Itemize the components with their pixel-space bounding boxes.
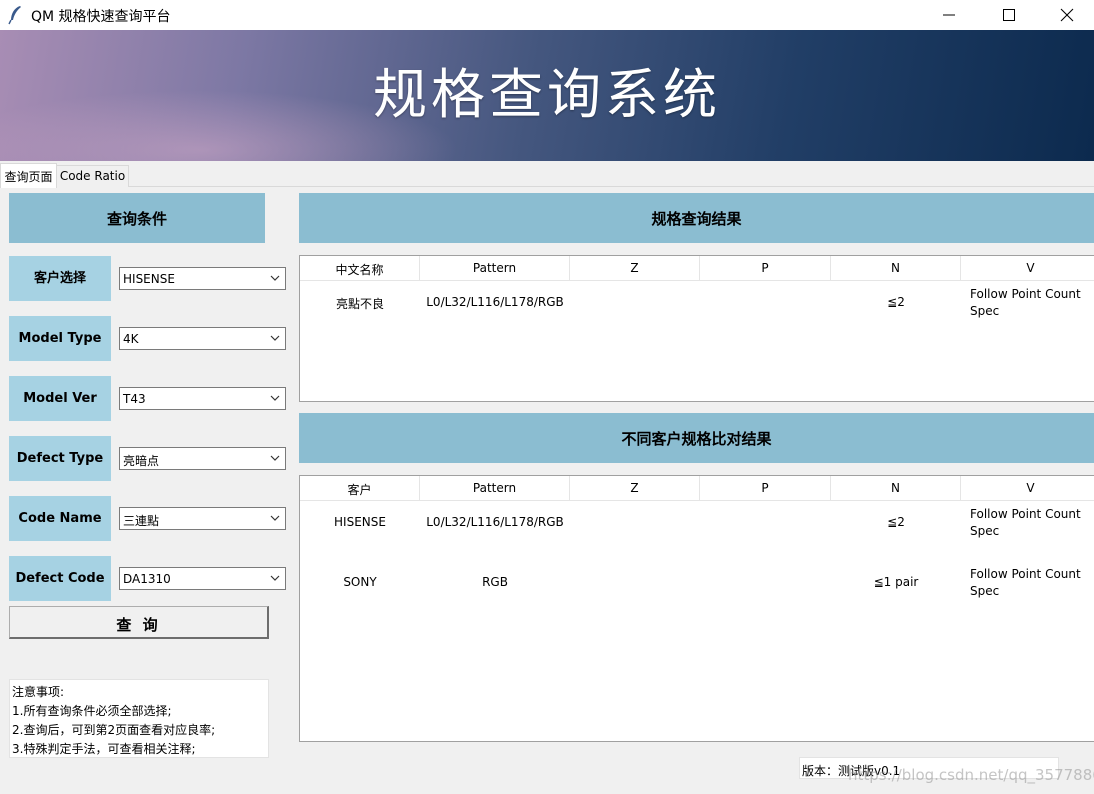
table-cell: 亮點不良 [335,297,384,311]
customer-select[interactable]: HISENSE [119,267,286,290]
close-icon [1060,8,1074,22]
maximize-button[interactable] [980,0,1038,30]
table-cell: L0/L32/L116/L178/RGB [426,295,564,309]
table-cell: SONY [343,575,377,589]
model-type-select-value: 4K [123,332,139,346]
table-cell: Follow Point Count Spec [970,507,1081,538]
column-header[interactable]: Z [570,256,700,281]
compare-results-header: 不同客户规格比对结果 [299,413,1094,463]
feather-icon [8,6,21,25]
table-cell: ≦2 [887,295,905,309]
model-ver-label: Model Ver [9,376,111,421]
column-header[interactable]: V [961,476,1094,501]
defect-code-select[interactable]: DA1310 [119,567,286,590]
column-header[interactable]: P [700,476,831,501]
notes-line: 2.查询后，可到第2页面查看对应良率; [12,723,216,737]
notes-line: 3.特殊判定手法，可查看相关注释; [12,742,196,756]
column-header[interactable]: N [831,476,961,501]
table-cell: ≦2 [887,515,905,529]
maximize-icon [1003,9,1015,21]
code-name-select[interactable]: 三連點 [119,507,286,530]
customer-label: 客户选择 [9,256,111,301]
tab-query-page[interactable]: 查询页面 [0,163,57,188]
chevron-down-icon [270,275,280,281]
defect-type-select[interactable]: 亮暗点 [119,447,286,470]
header-banner: 规格查询系统 [0,30,1094,161]
column-header[interactable]: P [700,256,831,281]
model-ver-select-value: T43 [123,392,146,406]
compare-results-table: 客户 Pattern Z P N V HISENSE L0/L32/L116/L… [299,475,1094,742]
chevron-down-icon [270,395,280,401]
tab-bar: 查询页面 Code Ratio [0,163,1094,188]
table-cell: Follow Point Count Spec [970,287,1081,318]
notes-line: 注意事项: [12,685,65,699]
customer-select-value: HISENSE [123,272,175,286]
model-ver-select[interactable]: T43 [119,387,286,410]
model-type-select[interactable]: 4K [119,327,286,350]
minimize-icon [943,14,955,16]
banner-title: 规格查询系统 [373,63,721,126]
minimize-button[interactable] [920,0,978,30]
code-name-select-value: 三連點 [123,514,160,528]
defect-type-select-value: 亮暗点 [123,454,160,468]
chevron-down-icon [270,335,280,341]
defect-type-label: Defect Type [9,436,111,481]
column-header[interactable]: 客户 [300,476,420,501]
spec-results-table: 中文名称 Pattern Z P N V 亮點不良 L0/L32/L116/L1… [299,255,1094,402]
column-header[interactable]: Pattern [420,256,570,281]
chevron-down-icon [270,575,280,581]
notes-textbox[interactable]: 注意事项: 1.所有查询条件必须全部选择; 2.查询后，可到第2页面查看对应良率… [9,679,269,758]
column-header[interactable]: 中文名称 [300,256,420,281]
tab-code-ratio[interactable]: Code Ratio [56,165,129,187]
column-header[interactable]: Pattern [420,476,570,501]
column-header[interactable]: Z [570,476,700,501]
close-button[interactable] [1038,0,1094,30]
defect-code-select-value: DA1310 [123,572,171,586]
model-type-label: Model Type [9,316,111,361]
conditions-header: 查询条件 [9,193,265,243]
defect-code-label: Defect Code [9,556,111,601]
notes-line: 1.所有查询条件必须全部选择; [12,704,172,718]
column-header[interactable]: N [831,256,961,281]
chevron-down-icon [270,515,280,521]
code-name-label: Code Name [9,496,111,541]
window-titlebar: QM 规格快速查询平台 [0,0,1094,30]
watermark: https://blog.csdn.net/qq_35778860 [848,766,1094,784]
table-cell: RGB [482,575,508,589]
table-cell: L0/L32/L116/L178/RGB [426,515,564,529]
table-cell: HISENSE [334,515,386,529]
window-title: QM 规格快速查询平台 [31,9,171,25]
spec-results-header: 规格查询结果 [299,193,1094,243]
table-cell: Follow Point Count Spec [970,567,1081,598]
column-header[interactable]: V [961,256,1094,281]
query-button[interactable]: 查 询 [9,606,269,639]
chevron-down-icon [270,455,280,461]
table-cell: ≦1 pair [873,575,919,589]
